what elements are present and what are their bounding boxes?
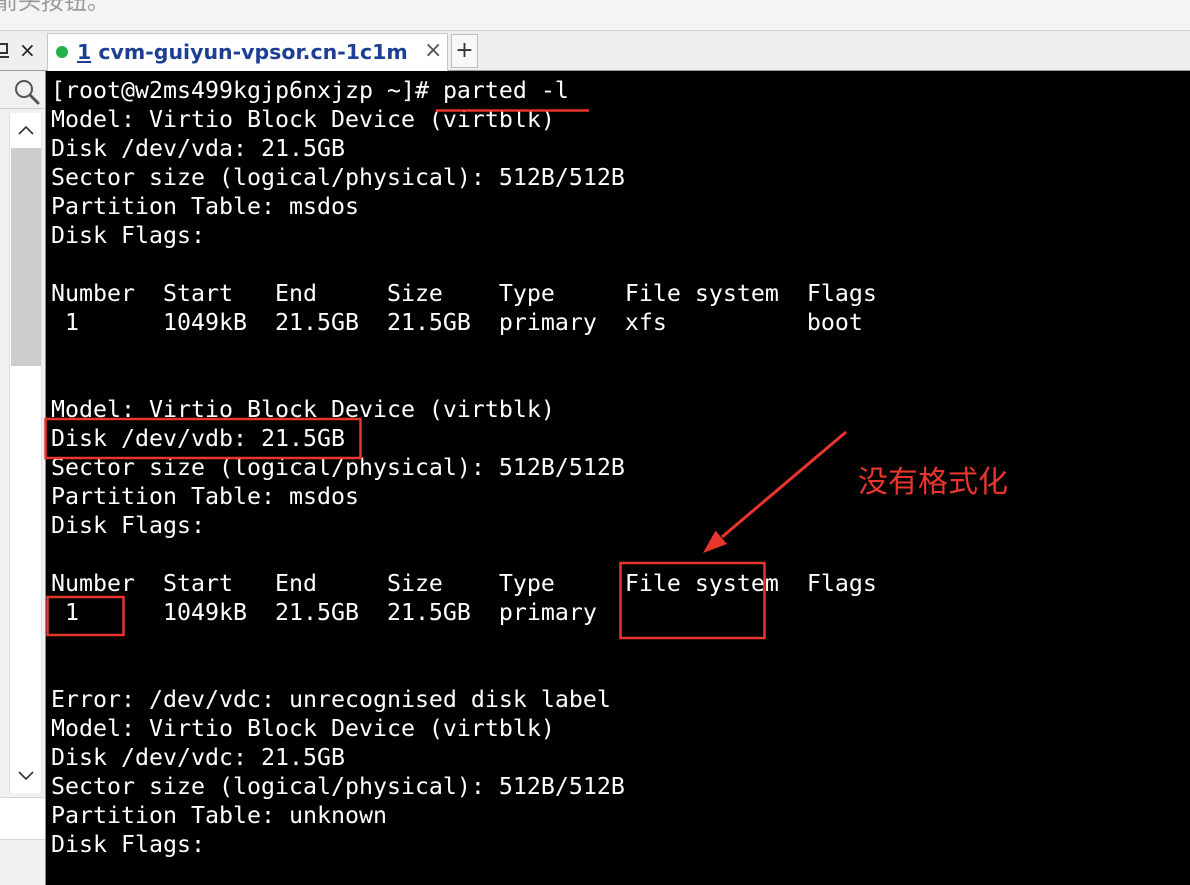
terminal-line: Model: Virtio Block Device (virtblk) xyxy=(51,106,555,133)
scrollbar-thumb[interactable] xyxy=(11,148,41,366)
vertical-scrollbar[interactable] xyxy=(9,113,42,793)
terminal-line: Partition Table: unknown xyxy=(51,802,387,829)
tab-close-button[interactable]: × xyxy=(424,38,442,64)
close-panel-button[interactable]: × xyxy=(19,37,36,63)
terminal-line: 1 1049kB 21.5GB 21.5GB primary xfs boot xyxy=(51,309,863,336)
sidebar-footer xyxy=(0,797,45,840)
connection-status-dot xyxy=(56,46,68,58)
terminal-line: 1 1049kB 21.5GB 21.5GB primary xyxy=(51,599,597,626)
terminal-line: Model: Virtio Block Device (virtblk) xyxy=(51,715,555,742)
terminal-line: Partition Table: msdos xyxy=(51,193,359,220)
terminal-line: Sector size (logical/physical): 512B/512… xyxy=(51,773,625,800)
tab-number: 1 xyxy=(77,40,92,64)
terminal-text: [root@w2ms499kgjp6nxjzp ~]# parted -l Mo… xyxy=(51,76,877,859)
terminal-line: Model: Virtio Block Device (virtblk) xyxy=(51,396,555,423)
terminal-line: Disk /dev/vdb: 21.5GB xyxy=(51,425,345,452)
left-sidebar xyxy=(0,71,46,885)
tab-label: 1 cvm-guiyun-vpsor.cn-1c1m xyxy=(77,39,408,66)
terminal-line: Number Start End Size Type File system F… xyxy=(51,280,877,307)
chevron-down-icon[interactable] xyxy=(16,770,36,782)
terminal-line: Disk Flags: xyxy=(51,222,205,249)
search-icon[interactable] xyxy=(13,78,41,106)
shell-command: parted -l xyxy=(442,77,569,104)
terminal-view[interactable]: [root@w2ms499kgjp6nxjzp ~]# parted -l Mo… xyxy=(46,71,1190,885)
command-line: [root@w2ms499kgjp6nxjzp ~]# parted -l xyxy=(51,76,877,105)
sidebar-divider xyxy=(0,108,45,109)
tab-bar: × 1 cvm-guiyun-vpsor.cn-1c1m × + xyxy=(0,31,1190,71)
terminal-line: Disk /dev/vdc: 21.5GB xyxy=(51,744,345,771)
terminal-line: Disk /dev/vda: 21.5GB xyxy=(51,135,345,162)
terminal-line: Sector size (logical/physical): 512B/512… xyxy=(51,454,625,481)
annotation-note: 没有格式化 xyxy=(858,465,1008,500)
top-hint-text: 箭头按钮。 xyxy=(0,0,110,15)
terminal-line: Disk Flags: xyxy=(51,831,205,858)
terminal-line: Sector size (logical/physical): 512B/512… xyxy=(51,164,625,191)
terminal-line: Number Start End Size Type File system F… xyxy=(51,570,877,597)
terminal-line: Partition Table: msdos xyxy=(51,483,359,510)
top-strip: 箭头按钮。 xyxy=(0,0,1190,31)
tab-session[interactable]: 1 cvm-guiyun-vpsor.cn-1c1m × xyxy=(47,33,448,71)
chevron-up-icon[interactable] xyxy=(16,124,36,136)
terminal-line: Error: /dev/vdc: unrecognised disk label xyxy=(51,686,611,713)
new-tab-button[interactable]: + xyxy=(451,34,478,68)
tab-title: cvm-guiyun-vpsor.cn-1c1m xyxy=(98,40,408,64)
terminal-line: Disk Flags: xyxy=(51,512,205,539)
pin-icon[interactable] xyxy=(0,42,10,59)
shell-prompt: [root@w2ms499kgjp6nxjzp ~]# xyxy=(51,77,443,104)
